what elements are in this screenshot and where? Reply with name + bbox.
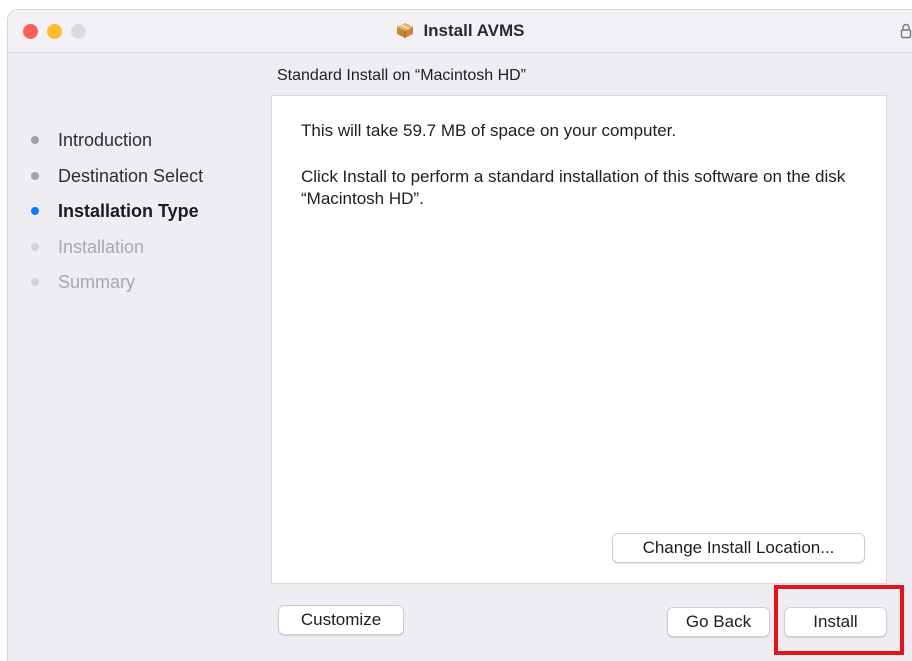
step-label: Installation Type — [58, 201, 199, 221]
step-installation: Installation — [26, 235, 256, 271]
step-installation-type: Installation Type — [26, 199, 256, 235]
change-install-location-button[interactable]: Change Install Location... — [612, 533, 865, 563]
step-label: Summary — [58, 272, 136, 292]
install-subtitle: Standard Install on “Macintosh HD” — [277, 67, 526, 84]
window-title: Install AVMS — [423, 21, 525, 40]
current-step-dot — [31, 207, 39, 215]
space-required-text: This will take 59.7 MB of space on your … — [301, 121, 677, 140]
step-destination-select: Destination Select — [26, 164, 256, 200]
step-introduction: Introduction — [26, 128, 256, 164]
step-dot — [31, 242, 39, 251]
go-back-button[interactable]: Go Back — [667, 607, 770, 637]
window-title-group: Install AVMS — [8, 21, 912, 44]
step-dot — [31, 136, 39, 144]
step-summary: Summary — [26, 270, 256, 306]
step-label: Installation — [58, 236, 145, 257]
lock-icon — [900, 23, 912, 39]
step-label: Introduction — [58, 130, 153, 150]
step-dot — [31, 278, 39, 286]
step-label: Destination Select — [58, 165, 204, 186]
customize-button[interactable]: Customize — [278, 605, 404, 635]
install-button-highlight-box — [774, 585, 904, 655]
package-icon — [395, 21, 415, 44]
installer-steps-sidebar: Introduction Destination Select Installa… — [26, 128, 256, 306]
title-bar[interactable]: Install AVMS — [8, 10, 912, 53]
install-info-panel: This will take 59.7 MB of space on your … — [271, 95, 887, 584]
install-instructions-text: Click Install to perform a standard inst… — [301, 167, 846, 208]
step-dot — [31, 171, 39, 180]
